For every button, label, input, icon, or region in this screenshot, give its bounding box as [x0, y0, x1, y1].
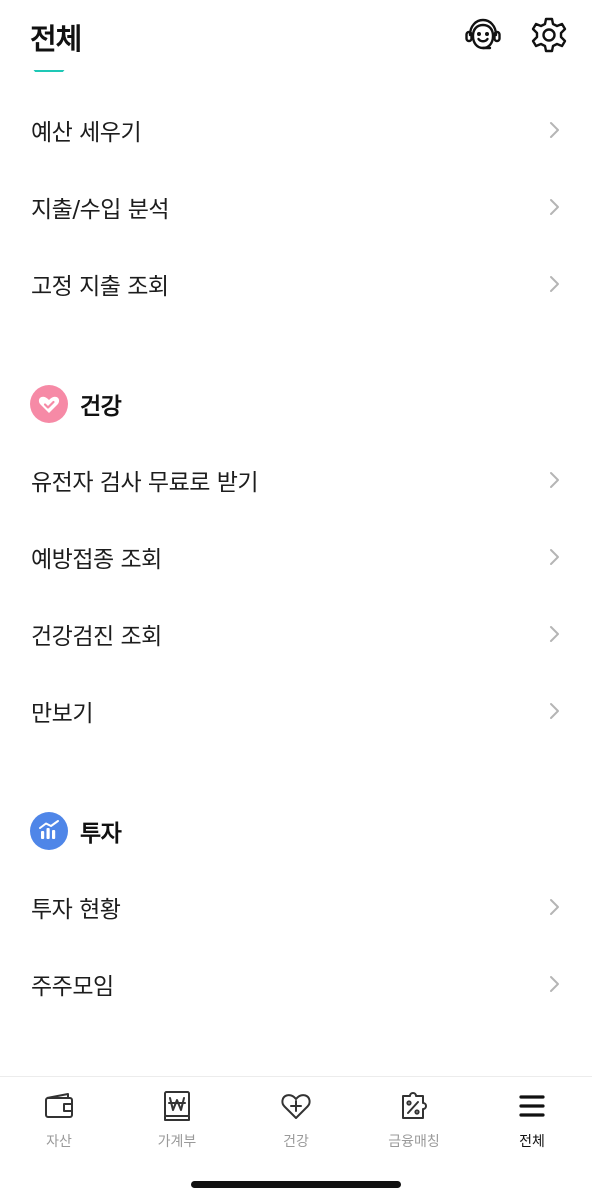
menu-item-vaccination[interactable]: 예방접종 조회 — [0, 518, 592, 595]
menu-item-label: 예산 세우기 — [31, 119, 142, 146]
tab-label: 금융매칭 — [388, 1134, 440, 1150]
tab-household-ledger[interactable]: 가계부 — [118, 1089, 236, 1159]
menu-icon — [515, 1089, 549, 1123]
gear-icon[interactable] — [529, 15, 569, 55]
page-title: 전체 — [30, 22, 82, 56]
heart-plus-icon — [279, 1089, 313, 1123]
menu-item-label: 건강검진 조회 — [31, 623, 162, 650]
tab-label: 자산 — [46, 1134, 72, 1150]
tab-all[interactable]: 전체 — [473, 1089, 591, 1159]
home-indicator — [191, 1181, 401, 1188]
tab-label: 건강 — [283, 1134, 309, 1150]
chart-bars-icon — [30, 812, 68, 850]
menu-item-label: 만보기 — [31, 700, 93, 727]
menu-item-gene-test[interactable]: 유전자 검사 무료로 받기 — [0, 441, 592, 518]
chevron-right-icon — [544, 470, 564, 490]
tab-finance-matching[interactable]: 금융매칭 — [355, 1089, 473, 1159]
chevron-right-icon — [544, 274, 564, 294]
chevron-right-icon — [544, 624, 564, 644]
chevron-right-icon — [544, 974, 564, 994]
tab-assets[interactable]: 자산 — [0, 1089, 118, 1159]
headset-smile-icon[interactable] — [463, 15, 503, 55]
menu-item-shareholder-meeting[interactable]: 주주모임 — [0, 945, 592, 1022]
chevron-right-icon — [544, 897, 564, 917]
menu-item-pedometer[interactable]: 만보기 — [0, 672, 592, 749]
tab-label: 가계부 — [157, 1134, 197, 1150]
top-header: 전체 — [0, 0, 592, 70]
tab-health[interactable]: 건강 — [237, 1089, 355, 1159]
menu-item-label: 투자 현황 — [31, 896, 121, 923]
chevron-right-icon — [544, 547, 564, 567]
chevron-right-icon — [544, 197, 564, 217]
menu-item-spending-analysis[interactable]: 지출/수입 분석 — [0, 168, 592, 245]
section-header-health: 건강 — [0, 379, 592, 429]
menu-item-label: 주주모임 — [31, 973, 114, 1000]
menu-item-health-checkup[interactable]: 건강검진 조회 — [0, 595, 592, 672]
chevron-right-icon — [544, 701, 564, 721]
menu-item-fixed-expense[interactable]: 고정 지출 조회 — [0, 245, 592, 322]
section-title: 건강 — [80, 394, 122, 420]
chevron-right-icon — [544, 120, 564, 140]
heart-check-icon — [30, 385, 68, 423]
menu-item-invest-status[interactable]: 투자 현황 — [0, 868, 592, 945]
section-header-invest: 투자 — [0, 806, 592, 856]
percent-puzzle-icon — [397, 1089, 431, 1123]
won-book-icon — [160, 1089, 194, 1123]
menu-item-budget-plan[interactable]: 예산 세우기 — [0, 91, 592, 168]
menu-item-label: 유전자 검사 무료로 받기 — [31, 469, 259, 496]
menu-item-label: 지출/수입 분석 — [31, 196, 170, 223]
menu-item-label: 고정 지출 조회 — [31, 273, 169, 300]
menu-item-label: 예방접종 조회 — [31, 546, 162, 573]
wallet-icon — [42, 1089, 76, 1123]
tab-label: 전체 — [519, 1134, 545, 1150]
section-title: 투자 — [80, 821, 122, 847]
